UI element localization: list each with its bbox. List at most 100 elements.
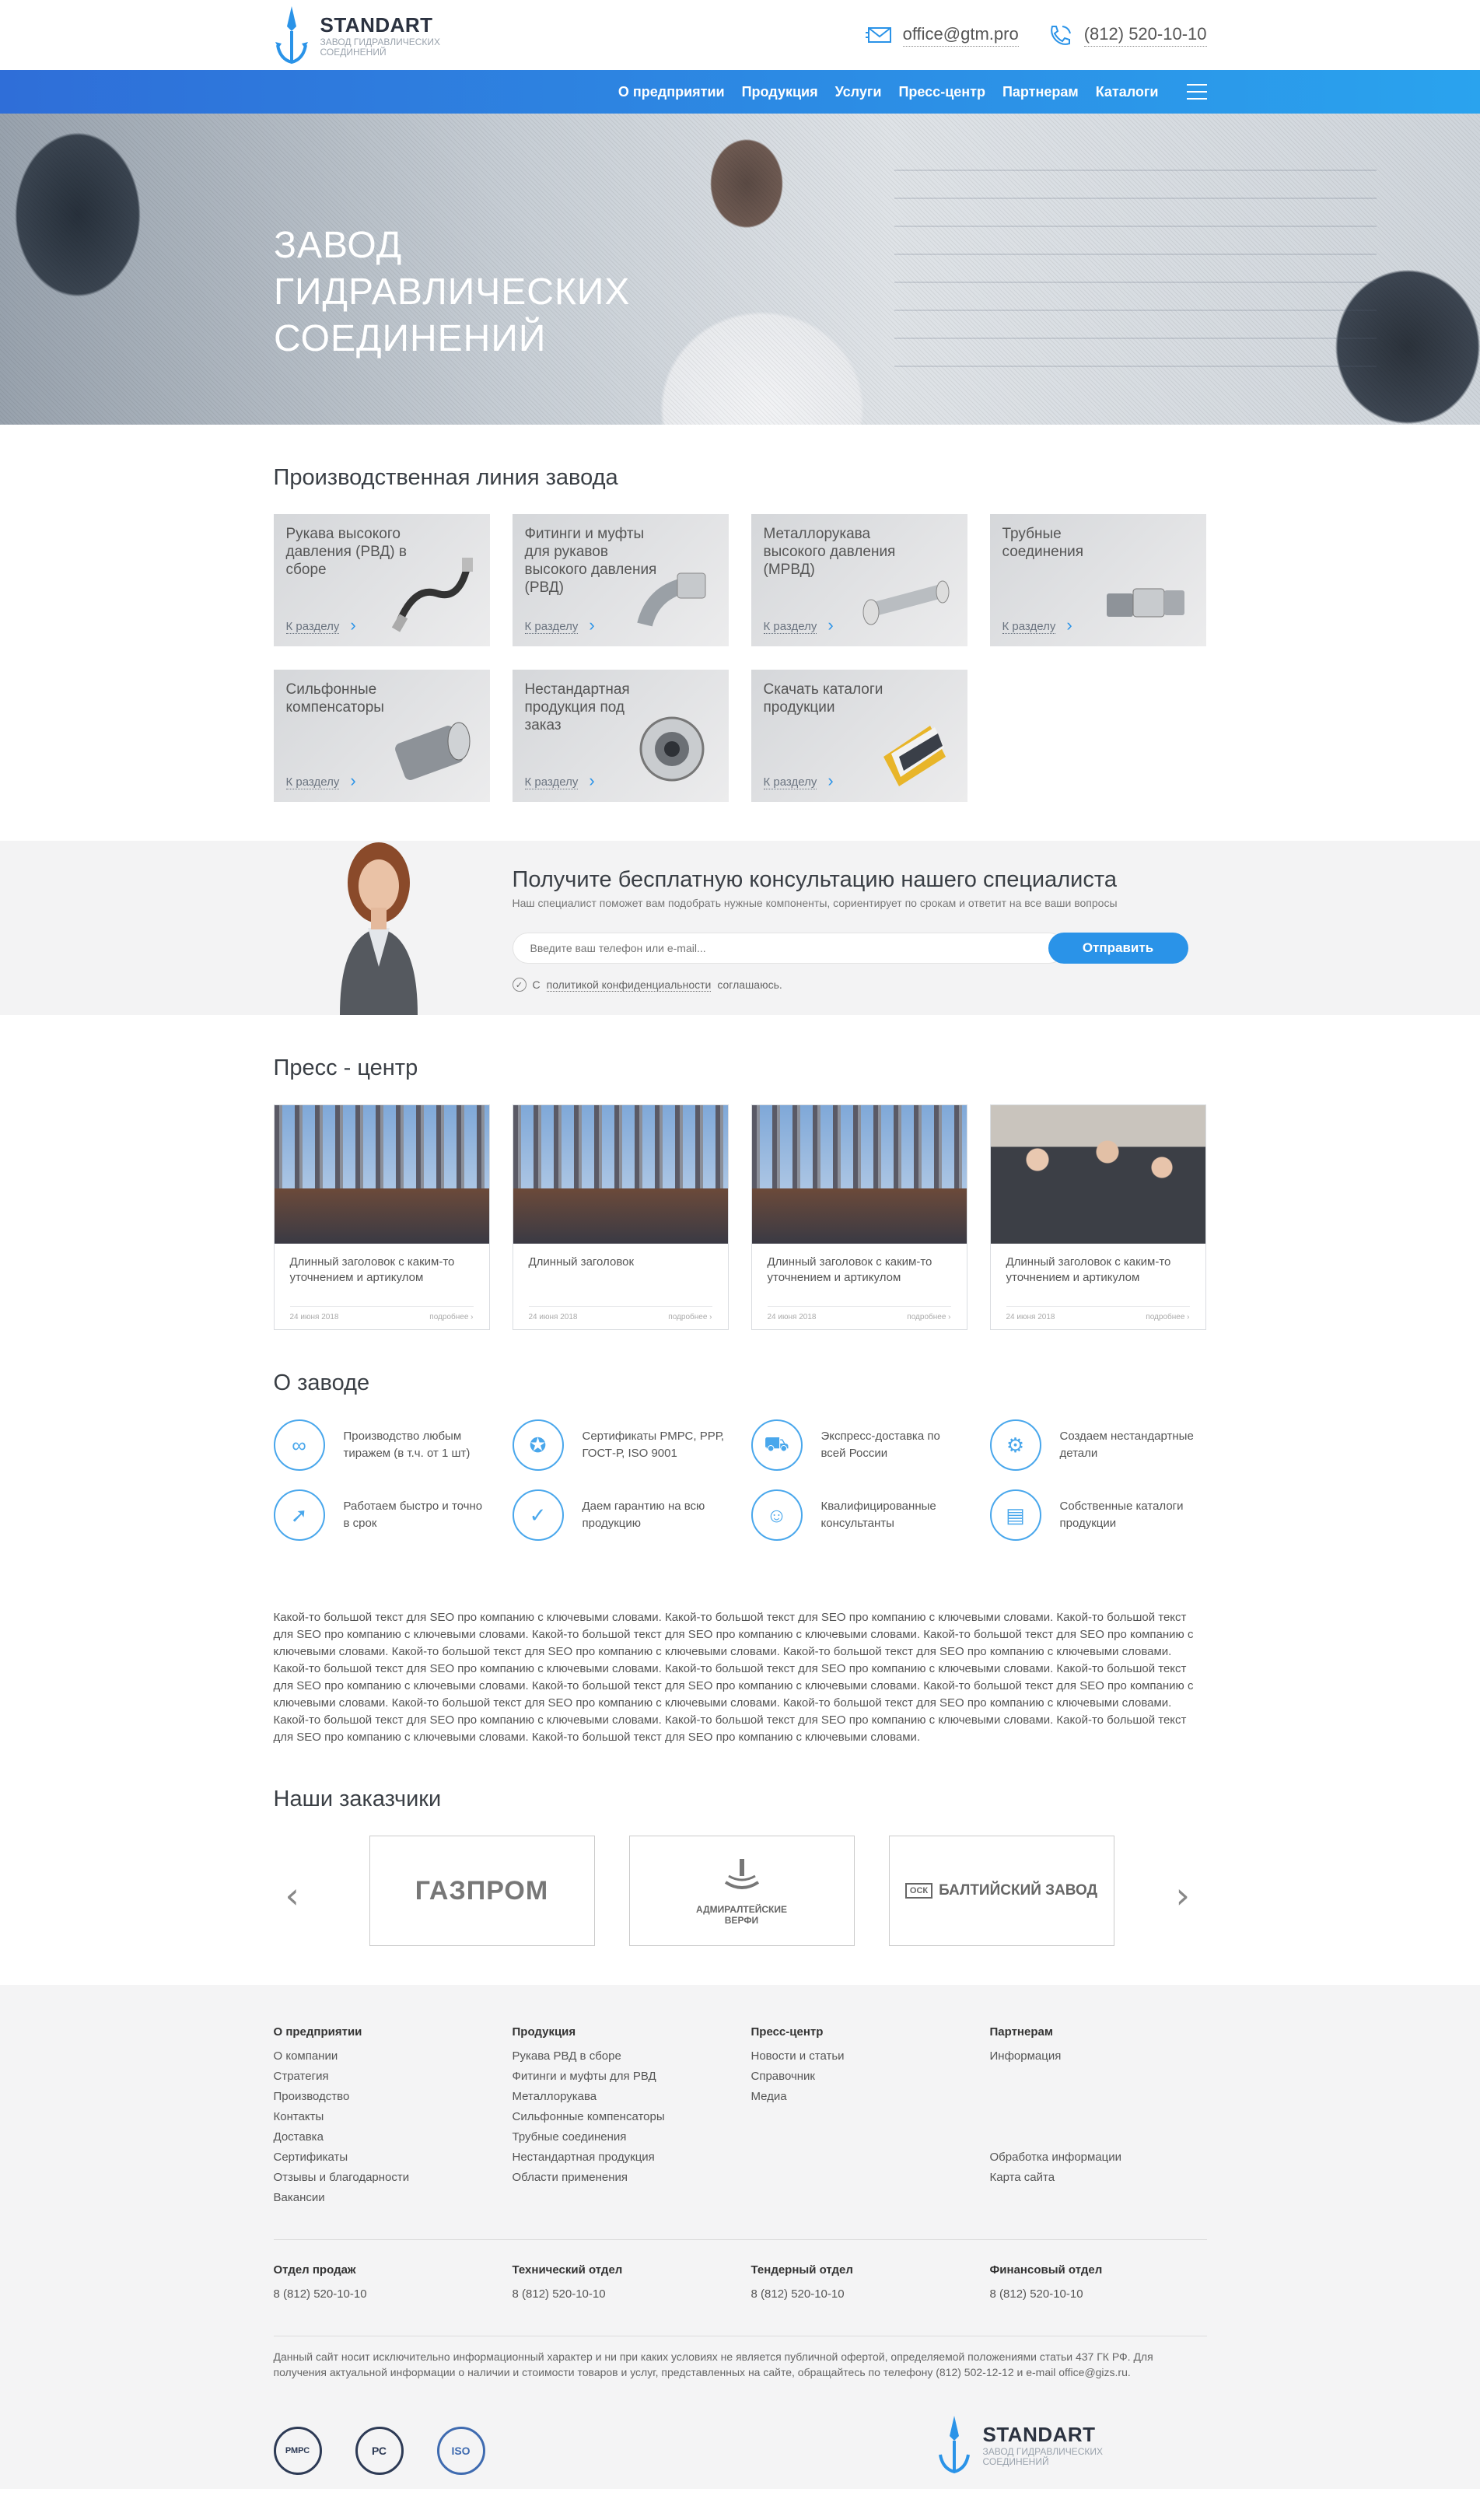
privacy-consent[interactable]: ✓ С политикой конфиденциальности соглаша… [512,978,782,992]
chevron-left-icon[interactable]: ‹ [285,1874,299,1916]
chevron-right-icon[interactable]: › [1176,1874,1190,1916]
news-card[interactable]: Длинный заголовок с каким-то уточнением … [989,1104,1206,1330]
dept-phone[interactable]: 8 (812) 520-10-10 [274,2284,513,2305]
news-card[interactable]: Длинный заголовок с каким-то уточнением … [273,1104,490,1330]
nav-press[interactable]: Пресс-центр [898,84,985,100]
footer-link[interactable]: Сильфонные компенсаторы [513,2107,751,2127]
footer-link[interactable]: Сертификаты [274,2147,513,2168]
header-email[interactable]: office@gtm.pro [865,23,1019,47]
hero-whiteboard [894,160,1377,394]
category-card-compensators[interactable]: Сильфонные компенсаторы К разделу [273,670,490,802]
footer-link[interactable]: Стратегия [274,2067,513,2087]
category-card-mrvd[interactable]: Металлорукава высокого давления (МРВД) К… [750,514,967,646]
client-logo-gazprom[interactable]: ГАЗПРОМ [369,1836,595,1946]
certificate-icon: ✪ [512,1419,564,1471]
footer-col-products: Продукция Рукава РВД в сборе Фитинги и м… [513,2025,751,2208]
category-link[interactable]: К разделу [524,615,594,635]
feature-text: Экспресс-доставка по всей России [820,1430,940,1460]
category-link[interactable]: К разделу [285,615,355,635]
contact-input[interactable] [512,933,1065,964]
category-card-pipes[interactable]: Трубные соединения К разделу [989,514,1206,646]
footer-link[interactable]: Справочник [751,2067,990,2087]
mail-icon [865,27,891,43]
news-more-link[interactable]: подробнее › [429,1313,473,1321]
footer-link-data-processing[interactable]: Обработка информации [990,2147,1229,2168]
phone-text: (812) 520-10-10 [1083,24,1207,47]
footer-link[interactable]: Области применения [513,2168,751,2188]
category-card-custom[interactable]: Нестандартная продукция под заказ К разд… [512,670,729,802]
truck-icon: ⛟ [750,1419,803,1471]
checkmark-icon[interactable]: ✓ [512,978,527,992]
footer-logo[interactable]: STANDART ЗАВОД ГИДРАВЛИЧЕСКИХ СОЕДИНЕНИЙ [936,2414,1115,2475]
about-title: О заводе [273,1370,370,1395]
dept-phone[interactable]: 8 (812) 520-10-10 [513,2284,751,2305]
news-card[interactable]: Длинный заголовок 24 июня 2018 подробнее … [512,1104,729,1330]
footer-link[interactable]: Новости и статьи [751,2046,990,2067]
infinity-icon: ∞ [273,1419,325,1471]
footer-link[interactable]: Отзывы и благодарности [274,2168,513,2188]
footer-link-sitemap[interactable]: Карта сайта [990,2168,1229,2188]
footer-link[interactable]: Доставка [274,2127,513,2147]
footer-link[interactable]: Производство [274,2087,513,2107]
privacy-policy-link[interactable]: политикой конфиденциальности [546,978,712,992]
footer-link[interactable]: Трубные соединения [513,2127,751,2147]
category-link[interactable]: К разделу [285,771,355,791]
client-logo-text: ГАЗПРОМ [415,1875,549,1906]
book-icon: ▤ [989,1489,1041,1541]
header-phone[interactable]: (812) 520-10-10 [1047,23,1207,47]
iso-certificate-icon: ISO [436,2427,485,2475]
submit-button[interactable]: Отправить [1048,933,1188,964]
site-logo[interactable]: STANDART ЗАВОД ГИДРАВЛИЧЕСКИХ СОЕДИНЕНИЙ [274,5,453,65]
client-logo-baltic[interactable]: ОСК БАЛТИЙСКИЙ ЗАВОД [888,1836,1114,1946]
client-logo-admiralty[interactable]: АДМИРАЛТЕЙСКИЕ ВЕРФИ [628,1836,855,1946]
news-title: Длинный заголовок с каким-то уточнением … [767,1255,932,1284]
news-more-link[interactable]: подробнее › [907,1313,950,1321]
footer-link[interactable]: Нестандартная продукция [513,2147,751,2168]
feature-text: Собственные каталоги продукции [1059,1500,1184,1530]
footer-link[interactable]: Рукава РВД в сборе [513,2046,751,2067]
footer-heading[interactable]: О предприятии [274,2025,513,2039]
nav-about[interactable]: О предприятии [618,84,725,100]
footer-link[interactable]: Медиа [751,2087,990,2107]
dept-name: Отдел продаж [273,2263,356,2277]
logo-subtitle: ЗАВОД ГИДРАВЛИЧЕСКИХ СОЕДИНЕНИЙ [320,36,441,58]
category-link[interactable]: К разделу [524,771,594,791]
category-link[interactable]: К разделу [763,615,833,635]
nav-products[interactable]: Продукция [742,84,818,100]
client-logo-text: АДМИРАЛТЕЙСКИЕ ВЕРФИ [695,1904,788,1926]
footer-link[interactable]: Вакансии [274,2188,513,2208]
category-card-fittings[interactable]: Фитинги и муфты для рукавов высокого дав… [512,514,729,646]
news-card[interactable]: Длинный заголовок с каким-то уточнением … [750,1104,967,1330]
dept-phone[interactable]: 8 (812) 520-10-10 [751,2284,990,2305]
osk-badge: ОСК [904,1883,933,1899]
dept-phone[interactable]: 8 (812) 520-10-10 [990,2284,1229,2305]
footer-heading[interactable]: Пресс-центр [751,2025,990,2039]
category-link[interactable]: К разделу [763,771,833,791]
consultant-icon: ☺ [750,1489,803,1541]
feature-item: ⚙ Создаем нестандартные детали [989,1419,1206,1471]
hero-title: ЗАВОД ГИДРАВЛИЧЕСКИХ СОЕДИНЕНИЙ [274,222,630,362]
news-more-link[interactable]: подробнее › [1146,1313,1189,1321]
fitting-image [636,572,705,627]
gears-icon: ⚙ [989,1419,1041,1471]
nav-services[interactable]: Услуги [835,84,882,100]
hamburger-menu-icon[interactable] [1186,84,1207,100]
category-card-catalogs[interactable]: Скачать каталоги продукции К разделу [750,670,967,802]
category-link[interactable]: К разделу [1002,615,1072,635]
footer-link[interactable]: Металлорукава [513,2087,751,2107]
nav-partners[interactable]: Партнерам [1002,84,1079,100]
footer-link[interactable]: Контакты [274,2107,513,2127]
news-more-link[interactable]: подробнее › [668,1313,712,1321]
press-section: Пресс - центр Длинный заголовок с каким-… [273,1055,1207,1330]
rocket-icon: ➚ [273,1489,325,1541]
footer-link[interactable]: Информация [990,2046,1229,2067]
anchor-logo-icon [275,6,308,65]
footer-heading[interactable]: Партнерам [990,2025,1229,2039]
nav-catalogs[interactable]: Каталоги [1096,84,1159,100]
category-card-rvd[interactable]: Рукава высокого давления (РВД) в сборе К… [273,514,490,646]
feature-item: ✓ Даем гарантию на всю продукцию [512,1489,729,1541]
footer-heading[interactable]: Продукция [513,2025,751,2039]
footer-link[interactable]: Фитинги и муфты для РВД [513,2067,751,2087]
footer-link[interactable]: О компании [274,2046,513,2067]
main-nav: О предприятии Продукция Услуги Пресс-цен… [0,70,1480,114]
